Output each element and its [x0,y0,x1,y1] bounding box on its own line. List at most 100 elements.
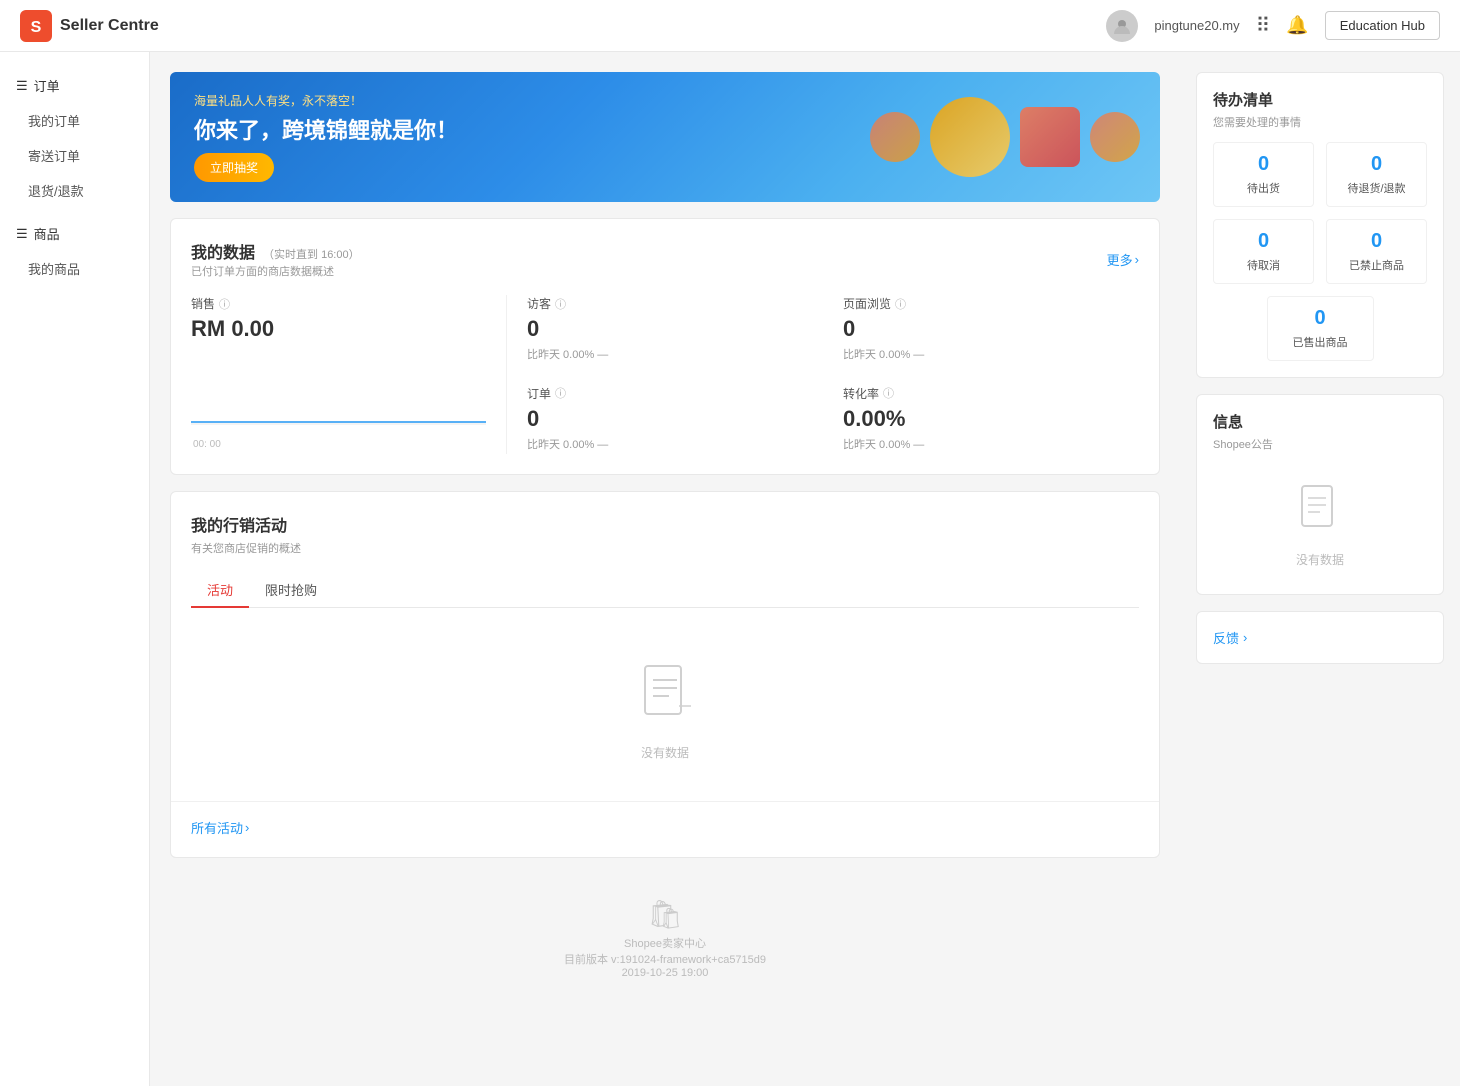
todo-pending-ship[interactable]: 0 待出货 [1213,142,1314,207]
shipping-label: 寄送订单 [28,149,80,164]
orders-group-label: 订单 [34,76,60,95]
data-realtime: （实时直到 16:00） [263,246,360,262]
visitors-change: 比昨天 0.00% — [527,346,823,362]
visitors-info-icon[interactable]: ⓘ [555,296,566,312]
sales-label: 销售 [191,295,215,312]
orders-metric: 订单 ⓘ 0 比昨天 0.00% — [527,385,823,455]
orders-change: 比昨天 0.00% — [527,436,823,452]
todo-pending-return[interactable]: 0 待退货/退款 [1326,142,1427,207]
empty-doc-icon [639,664,691,736]
marketing-tabs: 活动 限时抢购 [191,572,1139,608]
metrics-right: 访客 ⓘ 0 比昨天 0.00% — 页面浏览 ⓘ 0 比昨天 0.00% — [507,295,1139,454]
chart-xaxis: 00: 00 [191,439,486,450]
todo-banned-products[interactable]: 0 已禁止商品 [1326,219,1427,284]
banned-products-label: 已禁止商品 [1349,257,1404,273]
shopee-logo-icon: S [20,10,52,42]
right-panel: 待办清单 您需要处理的事情 0 待出货 0 待退货/退款 0 待取消 0 已禁止 [1180,52,1460,1086]
orders-info-icon[interactable]: ⓘ [555,385,566,401]
tab-flash-sale[interactable]: 限时抢购 [249,572,333,607]
sidebar-group-products[interactable]: ☰ 商品 [0,216,149,251]
visitors-value: 0 [527,316,823,342]
todo-card: 待办清单 您需要处理的事情 0 待出货 0 待退货/退款 0 待取消 0 已禁止 [1196,72,1444,378]
info-title: 信息 [1213,411,1427,432]
todo-title: 待办清单 [1213,89,1427,110]
sidebar-item-refund[interactable]: 退货/退款 [0,173,149,208]
pageviews-value: 0 [843,316,1139,342]
banner-deco-4 [1090,112,1140,162]
sidebar-item-shipping[interactable]: 寄送订单 [0,138,149,173]
page-footer: 🛍 Shopee卖家中心 目前版本 v:191024-framework+ca5… [170,874,1160,1003]
sidebar-group-orders[interactable]: ☰ 订单 [0,68,149,103]
my-orders-label: 我的订单 [28,114,80,129]
products-group-label: 商品 [34,224,60,243]
feedback-card: 反馈 › [1196,611,1444,664]
conversion-value: 0.00% [843,406,1139,432]
sales-label-row: 销售 ⓘ [191,295,486,312]
pending-cancel-value: 0 [1258,230,1269,253]
more-label: 更多 [1107,250,1133,269]
footer-version: 目前版本 v:191024-framework+ca5715d9 [194,951,1136,967]
sales-info-icon[interactable]: ⓘ [219,296,230,312]
data-title-area: 我的数据 （实时直到 16:00） 已付订单方面的商店数据概述 [191,239,360,279]
pageviews-metric: 页面浏览 ⓘ 0 比昨天 0.00% — [843,295,1139,365]
pending-return-label: 待退货/退款 [1347,180,1405,196]
all-activities-link[interactable]: 所有活动 › [191,818,1139,837]
activities-empty-text: 没有数据 [641,744,689,761]
conversion-change: 比昨天 0.00% — [843,436,1139,452]
todo-pending-cancel[interactable]: 0 待取消 [1213,219,1314,284]
marketing-subtitle: 有关您商店促销的概述 [191,540,1139,556]
my-data-card: 我的数据 （实时直到 16:00） 已付订单方面的商店数据概述 更多 › 销售 … [170,218,1160,475]
visitors-metric: 访客 ⓘ 0 比昨天 0.00% — [527,295,823,365]
pending-ship-value: 0 [1258,153,1269,176]
footer-logo-icon: 🛍 [194,898,1136,931]
refund-label: 退货/退款 [28,184,84,199]
pageviews-info-icon[interactable]: ⓘ [895,296,906,312]
visitors-label: 访客 [527,295,551,312]
metrics-grid: 销售 ⓘ RM 0.00 00: 00 [191,295,1139,454]
todo-grid: 0 待出货 0 待退货/退款 0 待取消 0 已禁止商品 0 已售出 [1213,142,1427,361]
data-title: 我的数据 [191,239,255,263]
conversion-info-icon[interactable]: ⓘ [883,385,894,401]
pending-return-value: 0 [1371,153,1382,176]
header: S Seller Centre pingtune20.my ⠿ 🔔 Educat… [0,0,1460,52]
chevron-right-activities-icon: › [245,820,249,835]
education-hub-button[interactable]: Education Hub [1325,11,1440,40]
sidebar: ☰ 订单 我的订单 寄送订单 退货/退款 ☰ 商品 我的商品 [0,52,150,1086]
main-content: 海量礼品人人有奖，永不落空！ 你来了，跨境锦鲤就是你！ 立即抽奖 我的数据 （实… [150,52,1180,1086]
more-data-link[interactable]: 更多 › [1107,250,1139,269]
avatar [1106,10,1138,42]
tab-activities[interactable]: 活动 [191,572,249,607]
orders-label: 订单 [527,385,551,402]
products-group: ☰ 商品 我的商品 [0,216,149,286]
logo-area: S Seller Centre [20,10,159,42]
data-description: 已付订单方面的商店数据概述 [191,263,360,279]
apps-icon[interactable]: ⠿ [1256,13,1271,38]
banner-title: 你来了，跨境锦鲤就是你！ [194,113,458,145]
promo-banner[interactable]: 海量礼品人人有奖，永不落空！ 你来了，跨境锦鲤就是你！ 立即抽奖 [170,72,1160,202]
pending-cancel-label: 待取消 [1247,257,1280,273]
info-empty-state: 没有数据 [1213,464,1427,578]
banner-deco-3 [1020,107,1080,167]
app-title: Seller Centre [60,17,159,35]
chevron-right-icon: › [1135,252,1139,267]
sold-out-value: 0 [1314,307,1325,330]
sidebar-item-my-orders[interactable]: 我的订单 [0,103,149,138]
orders-value: 0 [527,406,823,432]
sidebar-item-my-products[interactable]: 我的商品 [0,251,149,286]
my-products-label: 我的商品 [28,262,80,277]
banner-decorations [740,72,1140,202]
feedback-link[interactable]: 反馈 › [1213,628,1427,647]
banner-cta-button[interactable]: 立即抽奖 [194,153,274,182]
sold-out-label: 已售出商品 [1293,334,1348,350]
orders-group: ☰ 订单 我的订单 寄送订单 退货/退款 [0,68,149,208]
banner-deco-2 [930,97,1010,177]
info-empty-doc-icon [1298,484,1342,543]
info-card: 信息 Shopee公告 没有数据 [1196,394,1444,595]
notification-bell-icon[interactable]: 🔔 [1286,15,1308,36]
orders-collapse-icon: ☰ [16,78,28,94]
pageviews-change: 比昨天 0.00% — [843,346,1139,362]
sales-value: RM 0.00 [191,316,486,342]
pending-ship-label: 待出货 [1247,180,1280,196]
products-collapse-icon: ☰ [16,226,28,242]
todo-sold-out[interactable]: 0 已售出商品 [1267,296,1374,361]
